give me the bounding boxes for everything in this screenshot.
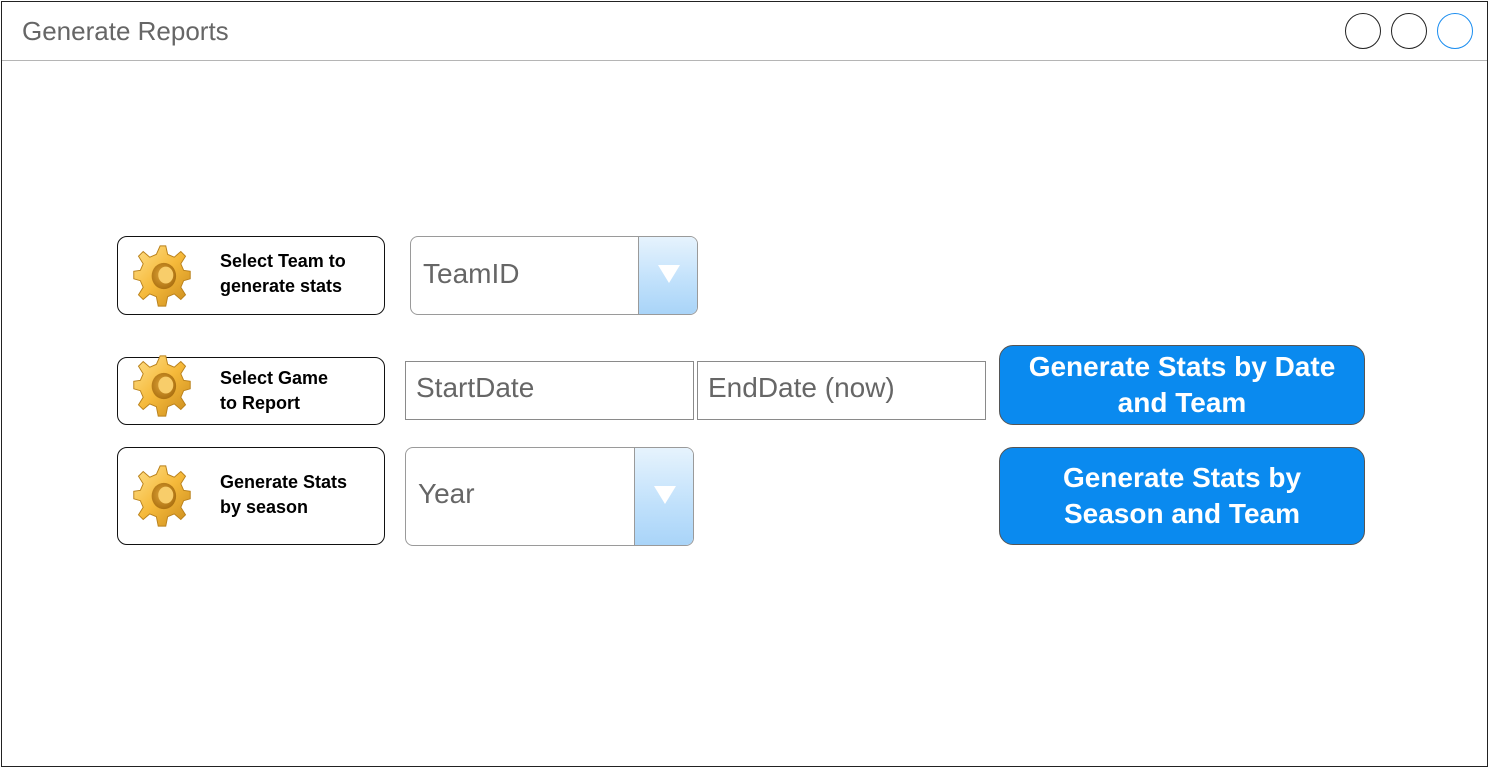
close-button[interactable] bbox=[1437, 13, 1473, 49]
maximize-button[interactable] bbox=[1391, 13, 1427, 49]
generate-by-season-team-button[interactable]: Generate Stats by Season and Team bbox=[999, 447, 1365, 545]
start-date-field[interactable]: StartDate bbox=[405, 361, 694, 420]
select-game-label-line2: to Report bbox=[220, 393, 300, 413]
select-team-label-line1: Select Team to bbox=[220, 251, 346, 271]
select-team-label-line2: generate stats bbox=[220, 276, 343, 296]
gear-icon bbox=[133, 355, 191, 417]
select-game-action[interactable]: Select Game to Report bbox=[117, 355, 385, 425]
minimize-button[interactable] bbox=[1345, 13, 1381, 49]
generate-by-date-line2: and Team bbox=[1117, 387, 1247, 418]
select-game-label-line1: Select Game bbox=[220, 368, 329, 388]
chevron-down-icon bbox=[658, 265, 680, 283]
generate-by-season-line2: Season and Team bbox=[1063, 498, 1300, 529]
year-value: Year bbox=[418, 478, 475, 509]
team-id-dropdown[interactable]: TeamID bbox=[410, 236, 698, 315]
window-title: Generate Reports bbox=[22, 16, 229, 46]
gear-icon bbox=[133, 245, 191, 307]
generate-by-date-team-button[interactable]: Generate Stats by Date and Team bbox=[999, 345, 1365, 425]
select-team-action[interactable]: Select Team to generate stats bbox=[117, 236, 385, 315]
generate-by-season-line1: Generate Stats by bbox=[1062, 462, 1302, 493]
generate-by-date-line1: Generate Stats by Date bbox=[1028, 351, 1336, 382]
select-team-label: Select Team to generate stats bbox=[220, 249, 346, 299]
generate-by-season-label-line1: Generate Stats bbox=[220, 472, 348, 492]
gear-icon bbox=[133, 465, 191, 527]
chevron-down-icon bbox=[654, 486, 676, 504]
generate-by-season-action[interactable]: Generate Stats by season bbox=[117, 447, 385, 545]
team-id-dropdown-toggle[interactable] bbox=[638, 237, 697, 314]
end-date-field[interactable]: EndDate (now) bbox=[697, 361, 986, 420]
year-dropdown[interactable]: Year bbox=[405, 447, 694, 546]
year-dropdown-toggle[interactable] bbox=[634, 448, 693, 545]
team-id-value: TeamID bbox=[423, 258, 520, 289]
generate-by-season-label-line2: by season bbox=[220, 497, 309, 517]
generate-by-season-label: Generate Stats by season bbox=[220, 470, 347, 520]
title-bar: Generate Reports bbox=[2, 2, 1487, 61]
select-game-label: Select Game to Report bbox=[220, 366, 328, 416]
